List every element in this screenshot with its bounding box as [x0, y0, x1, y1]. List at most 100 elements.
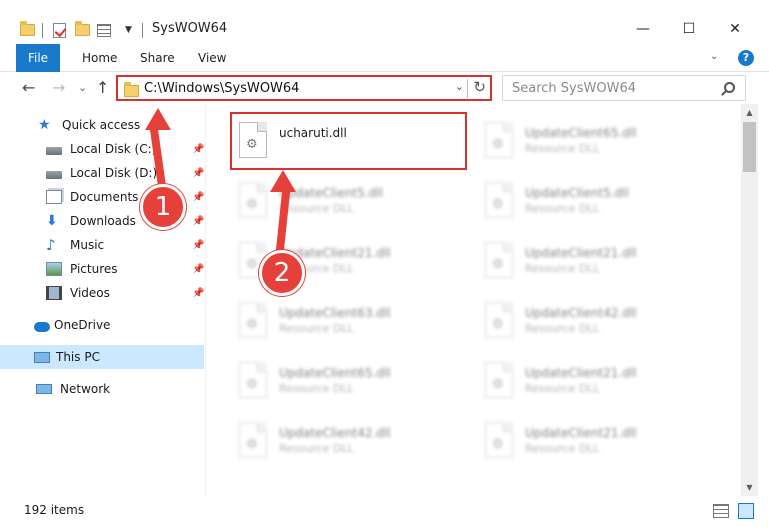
tab-home[interactable]: Home [82, 44, 117, 72]
search-box[interactable]: Search SysWOW64 [502, 75, 746, 101]
pin-icon[interactable]: 📌 [192, 240, 204, 251]
search-input[interactable]: Search SysWOW64 [512, 81, 636, 96]
dll-file-icon: ⚙ [239, 422, 267, 458]
dll-file-icon: ⚙ [239, 362, 267, 398]
refresh-icon[interactable]: ↻ [473, 78, 486, 96]
pc-icon [34, 351, 50, 363]
sidebar-item-local-disk-c[interactable]: Local Disk (C:) 📌 [0, 137, 204, 161]
address-bar[interactable]: C:\Windows\SysWOW64 ⌄ ↻ [116, 75, 492, 101]
file-item[interactable]: ⚙ UpdateClient63.dll Resource DLL [231, 292, 461, 348]
close-button[interactable]: ✕ [712, 14, 758, 44]
separator [42, 20, 43, 40]
file-type: Resource DLL [279, 202, 354, 215]
minimize-button[interactable]: — [620, 14, 666, 44]
dll-file-icon: ⚙ [239, 302, 267, 338]
file-type: Resource DLL [279, 442, 354, 455]
title-bar: ▼ SysWOW64 — ☐ ✕ [0, 0, 769, 44]
sidebar-item-quick-access[interactable]: ★ Quick access [0, 113, 204, 137]
scroll-down-icon[interactable]: ▼ [741, 479, 758, 496]
pictures-icon [46, 262, 62, 276]
file-type: Resource DLL [279, 382, 354, 395]
dll-file-icon: ⚙ [485, 302, 513, 338]
file-name: UpdateClient65.dll [525, 126, 637, 140]
file-item[interactable]: ⚙ UpdateClient5.dll Resource DLL [231, 172, 461, 228]
new-folder-icon[interactable] [75, 20, 90, 40]
pin-icon[interactable]: 📌 [192, 288, 204, 299]
sidebar-item-local-disk-d[interactable]: Local Disk (D:) 📌 [0, 161, 204, 185]
file-item[interactable]: ⚙ UpdateClient21.dll Resource DLL [477, 412, 707, 468]
sidebar-item-network[interactable]: Network [0, 377, 204, 401]
pin-icon[interactable]: 📌 [192, 192, 204, 203]
file-item[interactable]: ⚙ UpdateClient21.dll Resource DLL [477, 232, 707, 288]
details-view-icon[interactable] [713, 504, 729, 518]
onedrive-icon [34, 321, 50, 332]
address-dropdown-icon[interactable]: ⌄ [455, 80, 464, 93]
folder-icon [20, 20, 35, 40]
dll-file-icon: ⚙ [485, 422, 513, 458]
window-title: SysWOW64 [152, 21, 228, 36]
file-name: UpdateClient5.dll [525, 186, 629, 200]
sidebar-item-label: Local Disk (D:) [70, 166, 158, 180]
customize-toolbar-chevron-icon[interactable]: ▼ [125, 20, 132, 40]
tab-view[interactable]: View [198, 44, 226, 72]
navigation-pane: ★ Quick access Local Disk (C:) 📌 Local D… [0, 104, 206, 496]
properties-icon[interactable] [97, 20, 111, 40]
maximize-button[interactable]: ☐ [666, 14, 712, 44]
help-icon[interactable]: ? [738, 50, 754, 66]
sidebar-item-label: Videos [70, 286, 110, 300]
sidebar-item-label: Network [60, 382, 111, 396]
pin-icon[interactable]: 📌 [192, 168, 204, 179]
file-item[interactable]: ⚙ UpdateClient5.dll Resource DLL [477, 172, 707, 228]
search-icon[interactable] [724, 82, 735, 93]
file-type: Resource DLL [525, 262, 600, 275]
callout-badge-1: 1 [140, 184, 186, 230]
file-type: Resource DLL [279, 322, 354, 335]
sidebar-item-this-pc[interactable]: This PC [0, 345, 204, 369]
forward-button[interactable]: → [52, 78, 65, 97]
pin-icon[interactable]: 📌 [192, 216, 204, 227]
tab-share[interactable]: Share [140, 44, 175, 72]
navigation-bar: ← → ⌄ ↑ C:\Windows\SysWOW64 ⌄ ↻ Search S… [0, 72, 769, 104]
pin-icon[interactable]: 📌 [192, 264, 204, 275]
sidebar-item-onedrive[interactable]: OneDrive [0, 313, 204, 337]
address-path[interactable]: C:\Windows\SysWOW64 [144, 81, 299, 96]
star-icon: ★ [38, 117, 51, 133]
dll-file-icon: ⚙ [485, 242, 513, 278]
file-name: UpdateClient21.dll [525, 366, 637, 380]
file-type: Resource DLL [525, 202, 600, 215]
sidebar-item-label: Downloads [70, 214, 136, 228]
large-icons-view-icon[interactable] [738, 503, 754, 519]
callout-badge-2: 2 [259, 250, 305, 296]
file-item[interactable]: ⚙ UpdateClient42.dll Resource DLL [231, 412, 461, 468]
file-item[interactable]: ⚙ UpdateClient65.dll Resource DLL [477, 112, 707, 168]
dll-file-icon: ⚙ [239, 182, 267, 218]
sidebar-item-music[interactable]: ♪ Music 📌 [0, 233, 204, 257]
vertical-scrollbar[interactable]: ▲ ▼ [741, 104, 758, 496]
file-type: Resource DLL [525, 442, 600, 455]
properties-check-icon[interactable] [53, 20, 66, 40]
sidebar-item-label: Quick access [62, 118, 141, 132]
ribbon: File Home Share View ⌄ ? [0, 44, 769, 72]
recent-locations-button[interactable]: ⌄ [78, 81, 87, 94]
up-button[interactable]: ↑ [96, 78, 109, 97]
scroll-thumb[interactable] [743, 122, 756, 172]
scroll-up-icon[interactable]: ▲ [741, 104, 758, 121]
sidebar-item-label: Pictures [70, 262, 118, 276]
sidebar-item-videos[interactable]: Videos 📌 [0, 281, 204, 305]
sidebar-item-label: This PC [56, 350, 100, 364]
pin-icon[interactable]: 📌 [192, 144, 204, 155]
address-separator [467, 79, 468, 98]
sidebar-item-pictures[interactable]: Pictures 📌 [0, 257, 204, 281]
file-name: UpdateClient21.dll [525, 426, 637, 440]
back-button[interactable]: ← [22, 78, 35, 97]
file-type: Resource DLL [525, 382, 600, 395]
file-name: UpdateClient42.dll [525, 306, 637, 320]
file-item[interactable]: ⚙ UpdateClient42.dll Resource DLL [477, 292, 707, 348]
expand-ribbon-icon[interactable]: ⌄ [710, 51, 718, 62]
sidebar-item-label: Documents [70, 190, 139, 204]
documents-icon [46, 190, 62, 204]
file-item[interactable]: ⚙ UpdateClient65.dll Resource DLL [231, 352, 461, 408]
tab-file[interactable]: File [16, 44, 60, 72]
file-name: UpdateClient42.dll [279, 426, 391, 440]
file-item[interactable]: ⚙ UpdateClient21.dll Resource DLL [477, 352, 707, 408]
